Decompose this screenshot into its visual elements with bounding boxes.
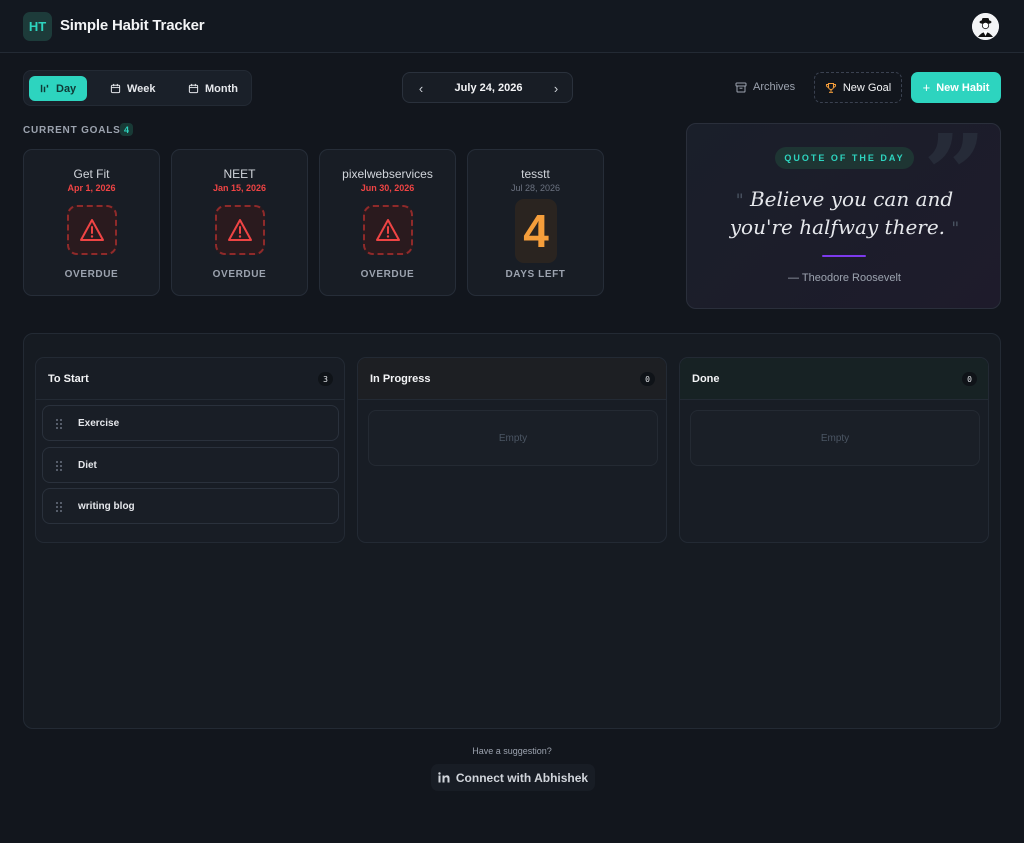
date-navigator: ‹ July 24, 2026 › — [402, 72, 573, 103]
trophy-icon — [825, 82, 836, 93]
user-avatar-icon — [972, 13, 999, 40]
drag-handle-icon[interactable] — [55, 418, 63, 430]
app-title: Simple Habit Tracker — [60, 17, 205, 34]
quote-divider — [822, 255, 866, 257]
new-habit-label: New Habit — [936, 81, 990, 94]
empty-drop-zone[interactable]: Empty — [368, 410, 658, 466]
app-logo[interactable]: HT — [23, 12, 52, 41]
column-title: To Start — [48, 373, 89, 385]
new-goal-label: New Goal — [842, 81, 892, 94]
close-quote-icon: " — [951, 219, 960, 239]
suggestion-text: Have a suggestion? — [472, 746, 552, 756]
goal-name: Get Fit — [73, 167, 110, 181]
quote-author: — Theodore Roosevelt — [788, 272, 901, 284]
connect-label: Connect with Abhishek — [455, 770, 589, 785]
new-habit-button[interactable]: + New Habit — [911, 72, 1001, 103]
connect-linkedin-button[interactable]: Connect with Abhishek — [431, 764, 595, 791]
task-card[interactable]: Exercise — [42, 405, 339, 441]
column-done: Done 0 Empty — [679, 357, 989, 543]
column-header: In Progress 0 — [358, 358, 666, 400]
goals-count-badge: 4 — [120, 123, 133, 136]
empty-drop-zone[interactable]: Empty — [690, 410, 980, 466]
goal-status: OVERDUE — [212, 269, 267, 280]
goal-status: OVERDUE — [360, 269, 415, 280]
goal-status: DAYS LEFT — [505, 269, 566, 280]
column-count: 0 — [640, 372, 655, 386]
open-quote-icon: " — [735, 191, 744, 211]
view-day-label: Day — [56, 82, 77, 95]
calendar-icon — [110, 83, 121, 94]
view-month-label: Month — [205, 82, 238, 95]
archives-button[interactable]: Archives — [735, 81, 795, 93]
bars-icon — [40, 84, 49, 93]
view-week-label: Week — [127, 82, 156, 95]
plus-icon: + — [922, 80, 931, 95]
drag-handle-icon[interactable] — [55, 501, 63, 513]
habit-board: To Start 3 Exercise Diet writing blog In… — [23, 333, 1001, 729]
goal-date: Apr 1, 2026 — [67, 183, 116, 193]
goal-card-pixelwebservices[interactable]: pixelwebservices Jun 30, 2026 OVERDUE — [319, 149, 456, 296]
view-month-button[interactable]: Month — [178, 76, 248, 101]
goal-date: Jul 28, 2026 — [510, 183, 561, 193]
calendar-icon — [188, 83, 199, 94]
goal-name: NEET — [223, 167, 256, 181]
task-card[interactable]: writing blog — [42, 488, 339, 524]
column-count: 3 — [318, 372, 333, 386]
quote-card: ” QUOTE OF THE DAY " Believe you can and… — [686, 123, 1001, 309]
view-day-button[interactable]: Day — [29, 76, 87, 101]
goal-card-tesstt[interactable]: tesstt Jul 28, 2026 4 DAYS LEFT — [467, 149, 604, 296]
quote-text-container: " Believe you can and you're halfway the… — [707, 186, 982, 242]
archive-icon — [735, 82, 747, 92]
archives-label: Archives — [753, 81, 796, 93]
task-card[interactable]: Diet — [42, 447, 339, 483]
goal-name: pixelwebservices — [342, 167, 433, 181]
chevron-right-icon[interactable]: › — [548, 80, 564, 96]
goal-card-neet[interactable]: NEET Jan 15, 2026 OVERDUE — [171, 149, 308, 296]
drag-handle-icon[interactable] — [55, 460, 63, 472]
app-header: HT Simple Habit Tracker — [0, 0, 1024, 53]
quote-text: Believe you can and you're halfway there… — [729, 187, 954, 239]
goal-name: tesstt — [521, 167, 550, 181]
linkedin-icon — [438, 772, 450, 783]
task-label: writing blog — [78, 501, 135, 512]
quote-tag: QUOTE OF THE DAY — [775, 147, 914, 169]
avatar[interactable] — [972, 13, 999, 40]
column-to-start: To Start 3 Exercise Diet writing blog — [35, 357, 345, 543]
goal-status: OVERDUE — [64, 269, 119, 280]
days-left-count: 4 — [515, 199, 557, 263]
view-week-button[interactable]: Week — [100, 76, 166, 101]
view-switcher: Day Week Month — [23, 70, 252, 106]
overdue-indicator — [67, 205, 117, 255]
goal-date: Jan 15, 2026 — [212, 183, 267, 193]
task-label: Diet — [78, 460, 97, 471]
column-title: In Progress — [370, 373, 431, 385]
warning-triangle-icon — [80, 219, 104, 241]
column-title: Done — [692, 373, 720, 385]
task-label: Exercise — [78, 418, 120, 429]
goal-card-get-fit[interactable]: Get Fit Apr 1, 2026 OVERDUE — [23, 149, 160, 296]
new-goal-button[interactable]: New Goal — [814, 72, 902, 103]
column-header: Done 0 — [680, 358, 988, 400]
column-count: 0 — [962, 372, 977, 386]
goal-date: Jun 30, 2026 — [360, 183, 415, 193]
goals-heading: CURRENT GOALS — [23, 125, 121, 136]
column-header: To Start 3 — [36, 358, 344, 400]
overdue-indicator — [215, 205, 265, 255]
column-in-progress: In Progress 0 Empty — [357, 357, 667, 543]
warning-triangle-icon — [376, 219, 400, 241]
warning-triangle-icon — [228, 219, 252, 241]
overdue-indicator — [363, 205, 413, 255]
